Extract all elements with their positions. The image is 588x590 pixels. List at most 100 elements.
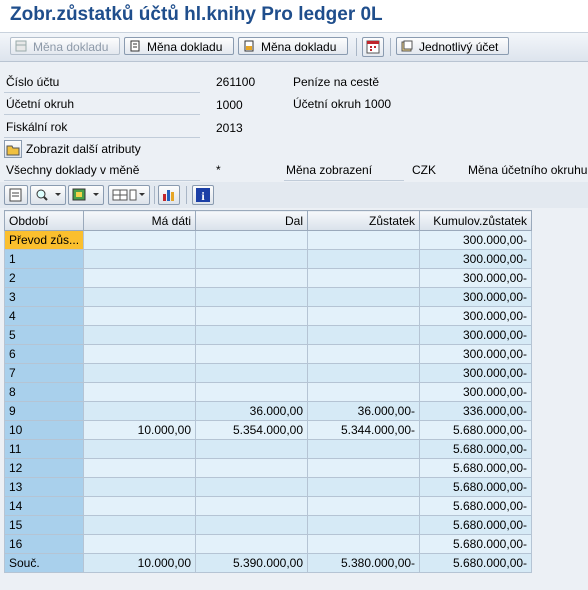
amount-cell[interactable]: 5.680.000,00- <box>419 534 533 554</box>
amount-cell[interactable]: 300.000,00- <box>419 287 533 307</box>
period-cell[interactable]: Převod zůs... <box>3 230 85 250</box>
single-account-button[interactable]: Jednotlivý účet <box>396 37 509 55</box>
table-row[interactable]: 10 10.000,00 5.354.000,00 5.344.000,00- 5.68… <box>3 420 533 440</box>
amount-cell[interactable] <box>307 344 421 364</box>
amount-cell[interactable] <box>83 534 197 554</box>
amount-cell[interactable]: 300.000,00- <box>419 230 533 250</box>
amount-cell[interactable] <box>83 382 197 402</box>
period-cell[interactable]: 7 <box>3 363 85 383</box>
balance-calendar-icon-button[interactable] <box>362 37 384 57</box>
amount-cell[interactable] <box>83 230 197 250</box>
amount-cell[interactable] <box>307 534 421 554</box>
period-cell[interactable]: 2 <box>3 268 85 288</box>
table-row[interactable]: 15 5.680.000,00- <box>3 515 533 535</box>
period-cell[interactable]: 4 <box>3 306 85 326</box>
table-row[interactable]: Převod zůs... 300.000,00- <box>3 230 533 250</box>
table-row[interactable]: 16 5.680.000,00- <box>3 534 533 554</box>
column-header-debit[interactable]: Má dáti <box>83 210 197 231</box>
period-cell[interactable]: 8 <box>3 382 85 402</box>
amount-cell[interactable]: 5.680.000,00- <box>419 515 533 535</box>
column-header-credit[interactable]: Dal <box>195 210 309 231</box>
amount-cell[interactable] <box>195 287 309 307</box>
table-row[interactable]: 8 300.000,00- <box>3 382 533 402</box>
amount-cell[interactable]: 300.000,00- <box>419 268 533 288</box>
amount-cell[interactable] <box>83 477 197 497</box>
amount-cell[interactable] <box>83 496 197 516</box>
table-row[interactable]: 14 5.680.000,00- <box>3 496 533 516</box>
information-button[interactable]: i <box>192 185 214 205</box>
period-cell[interactable]: 16 <box>3 534 85 554</box>
amount-cell[interactable] <box>307 268 421 288</box>
amount-cell[interactable] <box>83 401 197 421</box>
document-currency-button-credit[interactable]: Měna dokladu <box>238 37 348 55</box>
amount-cell[interactable] <box>83 306 197 326</box>
period-cell[interactable]: 1 <box>3 249 85 269</box>
amount-cell[interactable] <box>307 382 421 402</box>
column-header-balance[interactable]: Zůstatek <box>307 210 421 231</box>
amount-cell[interactable] <box>195 439 309 459</box>
amount-cell[interactable]: 300.000,00- <box>419 344 533 364</box>
column-header-period[interactable]: Období <box>3 210 85 231</box>
amount-cell[interactable]: 336.000,00- <box>419 401 533 421</box>
amount-cell[interactable]: 5.390.000,00 <box>195 553 309 573</box>
amount-cell[interactable] <box>195 268 309 288</box>
amount-cell[interactable] <box>195 477 309 497</box>
amount-cell[interactable]: 36.000,00 <box>195 401 309 421</box>
table-row[interactable]: 11 5.680.000,00- <box>3 439 533 459</box>
amount-cell[interactable] <box>83 344 197 364</box>
amount-cell[interactable] <box>83 515 197 535</box>
find-button[interactable] <box>30 185 66 205</box>
amount-cell[interactable] <box>307 325 421 345</box>
amount-cell[interactable] <box>83 287 197 307</box>
table-row[interactable]: 5 300.000,00- <box>3 325 533 345</box>
amount-cell[interactable]: 10.000,00 <box>83 553 197 573</box>
amount-cell[interactable] <box>307 496 421 516</box>
amount-cell[interactable] <box>307 306 421 326</box>
table-row[interactable]: 1 300.000,00- <box>3 249 533 269</box>
amount-cell[interactable] <box>195 496 309 516</box>
table-row[interactable]: 4 300.000,00- <box>3 306 533 326</box>
amount-cell[interactable] <box>195 515 309 535</box>
period-cell[interactable]: 5 <box>3 325 85 345</box>
document-currency-button-debit[interactable]: Měna dokladu <box>124 37 234 55</box>
amount-cell[interactable]: 5.680.000,00- <box>419 496 533 516</box>
amount-cell[interactable] <box>83 249 197 269</box>
table-row[interactable]: 3 300.000,00- <box>3 287 533 307</box>
amount-cell[interactable] <box>307 363 421 383</box>
period-cell[interactable]: 9 <box>3 401 85 421</box>
export-button[interactable] <box>68 185 104 205</box>
amount-cell[interactable] <box>307 230 421 250</box>
amount-cell[interactable] <box>195 363 309 383</box>
amount-cell[interactable] <box>83 325 197 345</box>
amount-cell[interactable] <box>83 268 197 288</box>
amount-cell[interactable]: 5.354.000,00 <box>195 420 309 440</box>
table-row[interactable]: 12 5.680.000,00- <box>3 458 533 478</box>
amount-cell[interactable]: 300.000,00- <box>419 325 533 345</box>
amount-cell[interactable]: 5.680.000,00- <box>419 553 533 573</box>
period-cell[interactable]: 15 <box>3 515 85 535</box>
amount-cell[interactable] <box>195 325 309 345</box>
amount-cell[interactable] <box>83 439 197 459</box>
graphic-button[interactable] <box>158 185 180 205</box>
table-row[interactable]: 7 300.000,00- <box>3 363 533 383</box>
amount-cell[interactable] <box>307 439 421 459</box>
amount-cell[interactable] <box>307 477 421 497</box>
column-header-cumulative-balance[interactable]: Kumulov.zůstatek <box>419 210 533 231</box>
show-more-attributes-button[interactable] <box>4 140 22 158</box>
amount-cell[interactable] <box>195 249 309 269</box>
amount-cell[interactable]: 36.000,00- <box>307 401 421 421</box>
table-row[interactable]: 2 300.000,00- <box>3 268 533 288</box>
amount-cell[interactable] <box>307 249 421 269</box>
layout-button[interactable] <box>108 185 150 205</box>
amount-cell[interactable] <box>307 515 421 535</box>
table-row[interactable]: 6 300.000,00- <box>3 344 533 364</box>
amount-cell[interactable] <box>307 287 421 307</box>
amount-cell[interactable] <box>195 230 309 250</box>
amount-cell[interactable]: 5.680.000,00- <box>419 420 533 440</box>
table-row[interactable]: 9 36.000,00 36.000,00- 336.000,00- <box>3 401 533 421</box>
period-cell[interactable]: 14 <box>3 496 85 516</box>
amount-cell[interactable] <box>195 306 309 326</box>
amount-cell[interactable] <box>83 363 197 383</box>
amount-cell[interactable]: 300.000,00- <box>419 249 533 269</box>
show-more-attributes-label[interactable]: Zobrazit další atributy <box>26 142 141 156</box>
